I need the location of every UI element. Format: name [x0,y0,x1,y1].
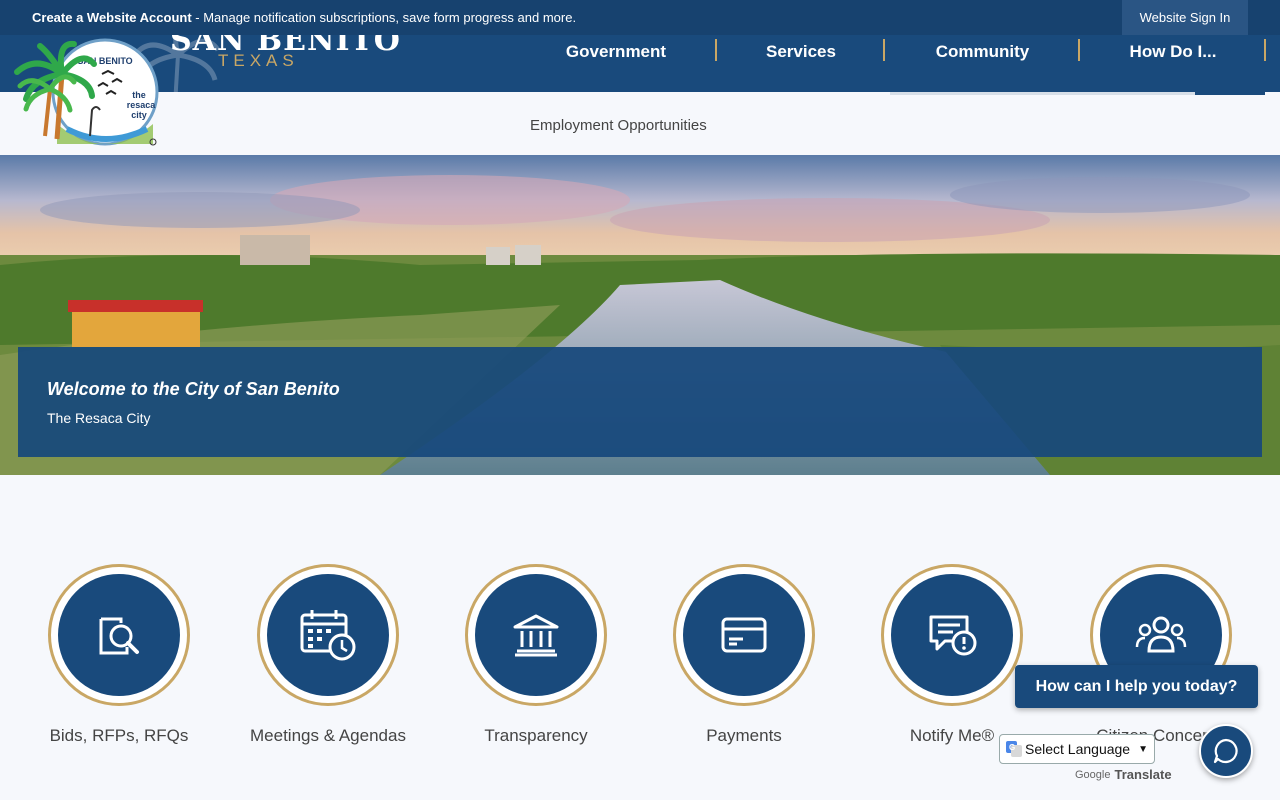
quick-link-payments[interactable]: Payments [673,564,815,745]
state-name-wordmark: TEXAS [218,51,299,70]
nav-item-label: How Do I... [1129,41,1217,61]
translate-link[interactable]: Translate [1114,767,1171,782]
create-account-message[interactable]: Create a Website Account - Manage notifi… [32,10,576,25]
nav-item-label: Government [565,41,667,61]
quick-link-ring [673,564,815,706]
chevron-down-icon: ▼ [1138,744,1148,755]
quick-link-ring [257,564,399,706]
svg-text:resaca: resaca [127,100,157,110]
employment-opportunities-link[interactable]: Employment Opportunities [530,117,707,134]
quick-link-notify-me[interactable]: Notify Me® [881,564,1023,745]
welcome-subtitle: The Resaca City [47,410,151,426]
website-sign-in-button[interactable]: Website Sign In [1122,0,1248,35]
svg-text:the: the [132,90,146,100]
nav-item-services[interactable]: Services [717,35,885,92]
quick-link-disc [683,574,805,696]
search-button[interactable] [1195,92,1265,95]
document-search-icon [99,617,139,655]
quick-link-transparency[interactable]: Transparency [465,564,607,745]
svg-text:city: city [131,110,147,120]
google-logo-text: Google [1075,768,1111,781]
chat-launcher-button[interactable] [1199,724,1253,778]
google-translate-icon: G [1006,741,1022,757]
search-input[interactable] [890,92,1196,95]
nav-item-community[interactable]: Community [885,35,1080,92]
city-seal-logo[interactable]: SAN BENITO the resaca city [12,24,162,154]
quick-link-label: Transparency [484,726,588,745]
nav-item-how-do-i[interactable]: How Do I... [1080,35,1266,92]
language-select-label: Select Language [1025,741,1131,757]
welcome-title: Welcome to the City of San Benito [47,379,340,399]
quick-link-ring [465,564,607,706]
nav-item-label: Services [766,41,836,61]
quick-link-meetings[interactable]: Meetings & Agendas [250,564,406,745]
hero-banner: Welcome to the City of San Benito The Re… [0,155,1280,475]
quick-link-disc [58,574,180,696]
quick-link-ring [881,564,1023,706]
quick-link-label: Payments [706,726,782,745]
calendar-clock-icon [300,610,356,661]
quick-link-ring [48,564,190,706]
secondary-bar: Employment Opportunities [0,92,1280,155]
government-building-icon [513,614,559,657]
account-notification-bar: Create a Website Account - Manage notifi… [0,0,1280,35]
message-alert-icon [929,615,977,656]
create-account-description: - Manage notification subscriptions, sav… [191,10,577,25]
nav-item-government[interactable]: Government [515,35,717,92]
quick-link-disc [891,574,1013,696]
people-group-icon [1135,616,1187,653]
powered-by-google-translate[interactable]: Google Translate [1075,767,1172,782]
credit-card-icon [721,617,767,653]
chat-prompt-bubble[interactable]: How can I help you today? [1015,665,1258,708]
quick-link-label: Meetings & Agendas [250,726,406,745]
main-navigation: Government Services Community How Do I..… [515,35,1266,92]
welcome-banner: Welcome to the City of San Benito The Re… [18,347,1262,457]
site-header: SAN BENITO TEXAS Government Services Com… [0,35,1280,92]
quick-link-disc [475,574,597,696]
nav-item-label: Community [935,41,1030,61]
svg-text:G: G [1009,743,1015,752]
create-account-link[interactable]: Create a Website Account [32,10,192,25]
quick-link-label: Bids, RFPs, RFQs [49,726,189,745]
quick-link-disc [267,574,389,696]
language-select[interactable]: G Select Language ▼ [999,734,1155,764]
quick-link-bids[interactable]: Bids, RFPs, RFQs [48,564,190,745]
chat-bubble-icon [1213,738,1238,764]
